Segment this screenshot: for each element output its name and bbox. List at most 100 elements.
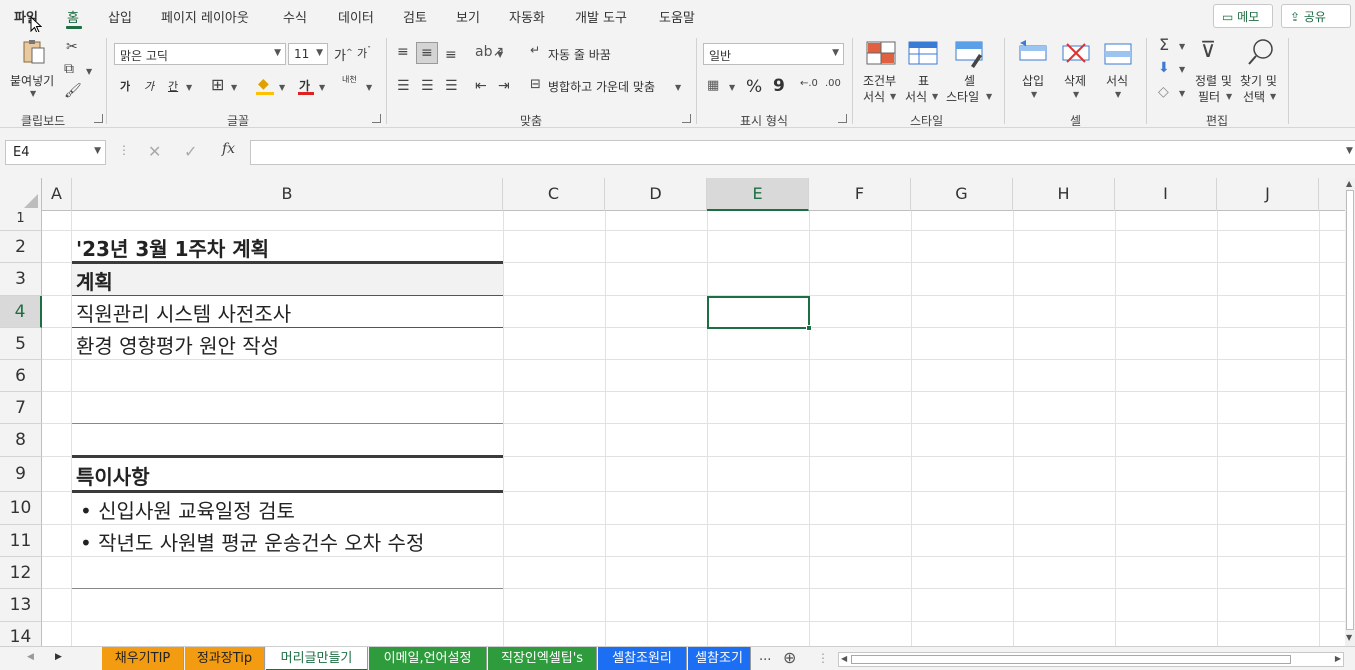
add-sheet-icon[interactable]: ⊕ — [783, 648, 796, 667]
row-header-11[interactable]: 11 — [0, 525, 42, 557]
sheet-tab-5[interactable]: 직장인엑셀팁's — [488, 647, 597, 670]
sheet-tab-2[interactable]: 정과장Tip — [185, 647, 265, 670]
vertical-scrollbar[interactable]: ▲ ▼ — [1345, 178, 1355, 646]
drag-handle-icon[interactable]: ⋮ — [118, 143, 130, 157]
autosum-chevron-icon[interactable]: ▼ — [1179, 42, 1185, 51]
scroll-down-icon[interactable]: ▼ — [1346, 633, 1352, 642]
orientation-chevron-icon[interactable]: ▼ — [497, 50, 503, 59]
border-chevron-icon[interactable]: ▼ — [231, 83, 237, 92]
alignment-launcher-icon[interactable] — [682, 114, 691, 123]
conditional-format-button[interactable]: 조건부 — [863, 72, 896, 89]
name-box[interactable]: E4 ▼ — [5, 140, 106, 165]
format-cells-button[interactable]: 서식 — [1106, 72, 1128, 89]
scroll-left-icon[interactable]: ◀ — [841, 654, 847, 663]
font-launcher-icon[interactable] — [372, 114, 381, 123]
horizontal-scrollbar[interactable]: ◀ ▶ — [838, 652, 1344, 667]
row-header-8[interactable]: 8 — [0, 424, 42, 457]
clear-chevron-icon[interactable]: ▼ — [1179, 89, 1185, 98]
chevron-down-icon[interactable]: ▼ — [1073, 90, 1079, 99]
chevron-down-icon[interactable]: ▼ — [1270, 92, 1276, 101]
merge-chevron-icon[interactable]: ▼ — [675, 83, 681, 92]
share-button[interactable]: ⇪ 공유 — [1281, 4, 1351, 28]
cell-b3[interactable]: 계획 — [76, 266, 113, 295]
number-launcher-icon[interactable] — [838, 114, 847, 123]
more-sheets-button[interactable]: ... — [759, 649, 771, 664]
row-header-6[interactable]: 6 — [0, 360, 42, 392]
font-size-select[interactable]: 11 ▼ — [288, 43, 328, 65]
column-header-f[interactable]: F — [809, 178, 911, 211]
vertical-scroll-thumb[interactable] — [1346, 190, 1354, 630]
paste-chevron-icon[interactable]: ▼ — [30, 89, 36, 98]
align-bottom-icon[interactable]: ≡ — [445, 48, 457, 62]
tab-developer[interactable]: 개발 도구 — [575, 7, 627, 26]
cut-icon[interactable]: ✂ — [66, 40, 78, 54]
sheet-tab-4[interactable]: 이메일,언어설정 — [369, 647, 487, 670]
chevron-down-icon[interactable]: ▼ — [1031, 90, 1037, 99]
tab-insert[interactable]: 삽입 — [108, 7, 132, 26]
chevron-down-icon[interactable]: ▼ — [1115, 90, 1121, 99]
align-center-icon[interactable]: ☰ — [421, 79, 434, 93]
tab-page-layout[interactable]: 페이지 레이아웃 — [161, 7, 249, 26]
row-header-4[interactable]: 4 — [0, 296, 42, 328]
enter-icon[interactable]: ✓ — [184, 142, 197, 161]
decrease-indent-icon[interactable]: ⇤ — [475, 79, 487, 93]
underline-button[interactable]: 간 — [168, 78, 178, 94]
phonetic-button[interactable]: 내천 — [342, 76, 357, 84]
underline-chevron-icon[interactable]: ▼ — [186, 83, 192, 92]
column-header-a[interactable]: A — [42, 178, 72, 211]
select-all-button[interactable] — [0, 178, 42, 211]
copy-icon[interactable]: ⧉ — [64, 62, 74, 76]
tab-review[interactable]: 검토 — [403, 7, 427, 26]
sheet-tab-6[interactable]: 셀참조원리 — [598, 647, 687, 670]
cancel-icon[interactable]: ✕ — [148, 142, 161, 161]
chevron-down-icon[interactable]: ▼ — [932, 92, 938, 101]
delete-cells-button[interactable]: 삭제 — [1064, 72, 1086, 89]
horizontal-scroll-thumb[interactable] — [851, 655, 1291, 664]
tab-formulas[interactable]: 수식 — [283, 7, 307, 26]
column-header-h[interactable]: H — [1013, 178, 1115, 211]
cell-b4[interactable]: 직원관리 시스템 사전조사 — [76, 298, 291, 327]
column-header-e[interactable]: E — [707, 178, 809, 211]
row-header-7[interactable]: 7 — [0, 392, 42, 424]
expand-formula-chevron-icon[interactable]: ▼ — [1346, 146, 1353, 156]
fill-down-icon[interactable]: ⬇ — [1158, 61, 1170, 75]
column-header-i[interactable]: I — [1115, 178, 1217, 211]
formula-input[interactable] — [250, 140, 1355, 165]
accounting-format-icon[interactable]: ▦ — [707, 79, 719, 92]
cell-b5[interactable]: 환경 영향평가 원안 작성 — [76, 330, 279, 359]
accounting-chevron-icon[interactable]: ▼ — [729, 83, 735, 92]
copy-chevron-icon[interactable]: ▼ — [86, 67, 92, 76]
row-header-1[interactable]: 1 — [0, 211, 42, 231]
row-header-13[interactable]: 13 — [0, 589, 42, 622]
row-header-9[interactable]: 9 — [0, 457, 42, 492]
row-header-2[interactable]: 2 — [0, 231, 42, 263]
fill-color-icon[interactable]: ◆ — [258, 77, 269, 91]
italic-button[interactable]: 가 — [144, 78, 154, 94]
decrease-decimal-icon[interactable]: .00 — [825, 79, 841, 89]
autosum-icon[interactable]: Σ — [1159, 37, 1169, 53]
sheet-tab-1[interactable]: 채우기TIP — [102, 647, 184, 670]
font-name-select[interactable]: 맑은 고딕 ▼ — [114, 43, 286, 65]
row-header-5[interactable]: 5 — [0, 328, 42, 360]
insert-function-button[interactable]: fx — [222, 141, 235, 157]
row-header-3[interactable]: 3 — [0, 263, 42, 296]
cell-styles-button[interactable]: 셀 — [964, 72, 975, 89]
splitter-icon[interactable]: ⋮ — [817, 651, 829, 665]
font-grow-button[interactable]: 가^ — [334, 45, 353, 64]
active-cell-e4[interactable] — [707, 296, 810, 329]
chevron-down-icon[interactable]: ▼ — [890, 92, 896, 101]
column-header-j[interactable]: J — [1217, 178, 1319, 211]
insert-cells-button[interactable]: 삽입 — [1022, 72, 1044, 89]
prev-sheet-icon[interactable]: ◀ — [27, 652, 34, 662]
tab-data[interactable]: 데이터 — [338, 7, 374, 26]
bold-button[interactable]: 가 — [120, 78, 130, 94]
column-header-d[interactable]: D — [605, 178, 707, 211]
fill-handle[interactable] — [806, 325, 812, 331]
increase-indent-icon[interactable]: ⇥ — [498, 79, 510, 93]
memo-button[interactable]: ▭ 메모 — [1213, 4, 1273, 28]
cell-b10[interactable]: • 신입사원 교육일정 검토 — [80, 495, 295, 524]
wrap-text-button[interactable]: 자동 줄 바꿈 — [548, 46, 611, 63]
chevron-down-icon[interactable]: ▼ — [94, 146, 101, 156]
chevron-down-icon[interactable]: ▼ — [986, 92, 992, 101]
scroll-right-icon[interactable]: ▶ — [1335, 654, 1341, 663]
